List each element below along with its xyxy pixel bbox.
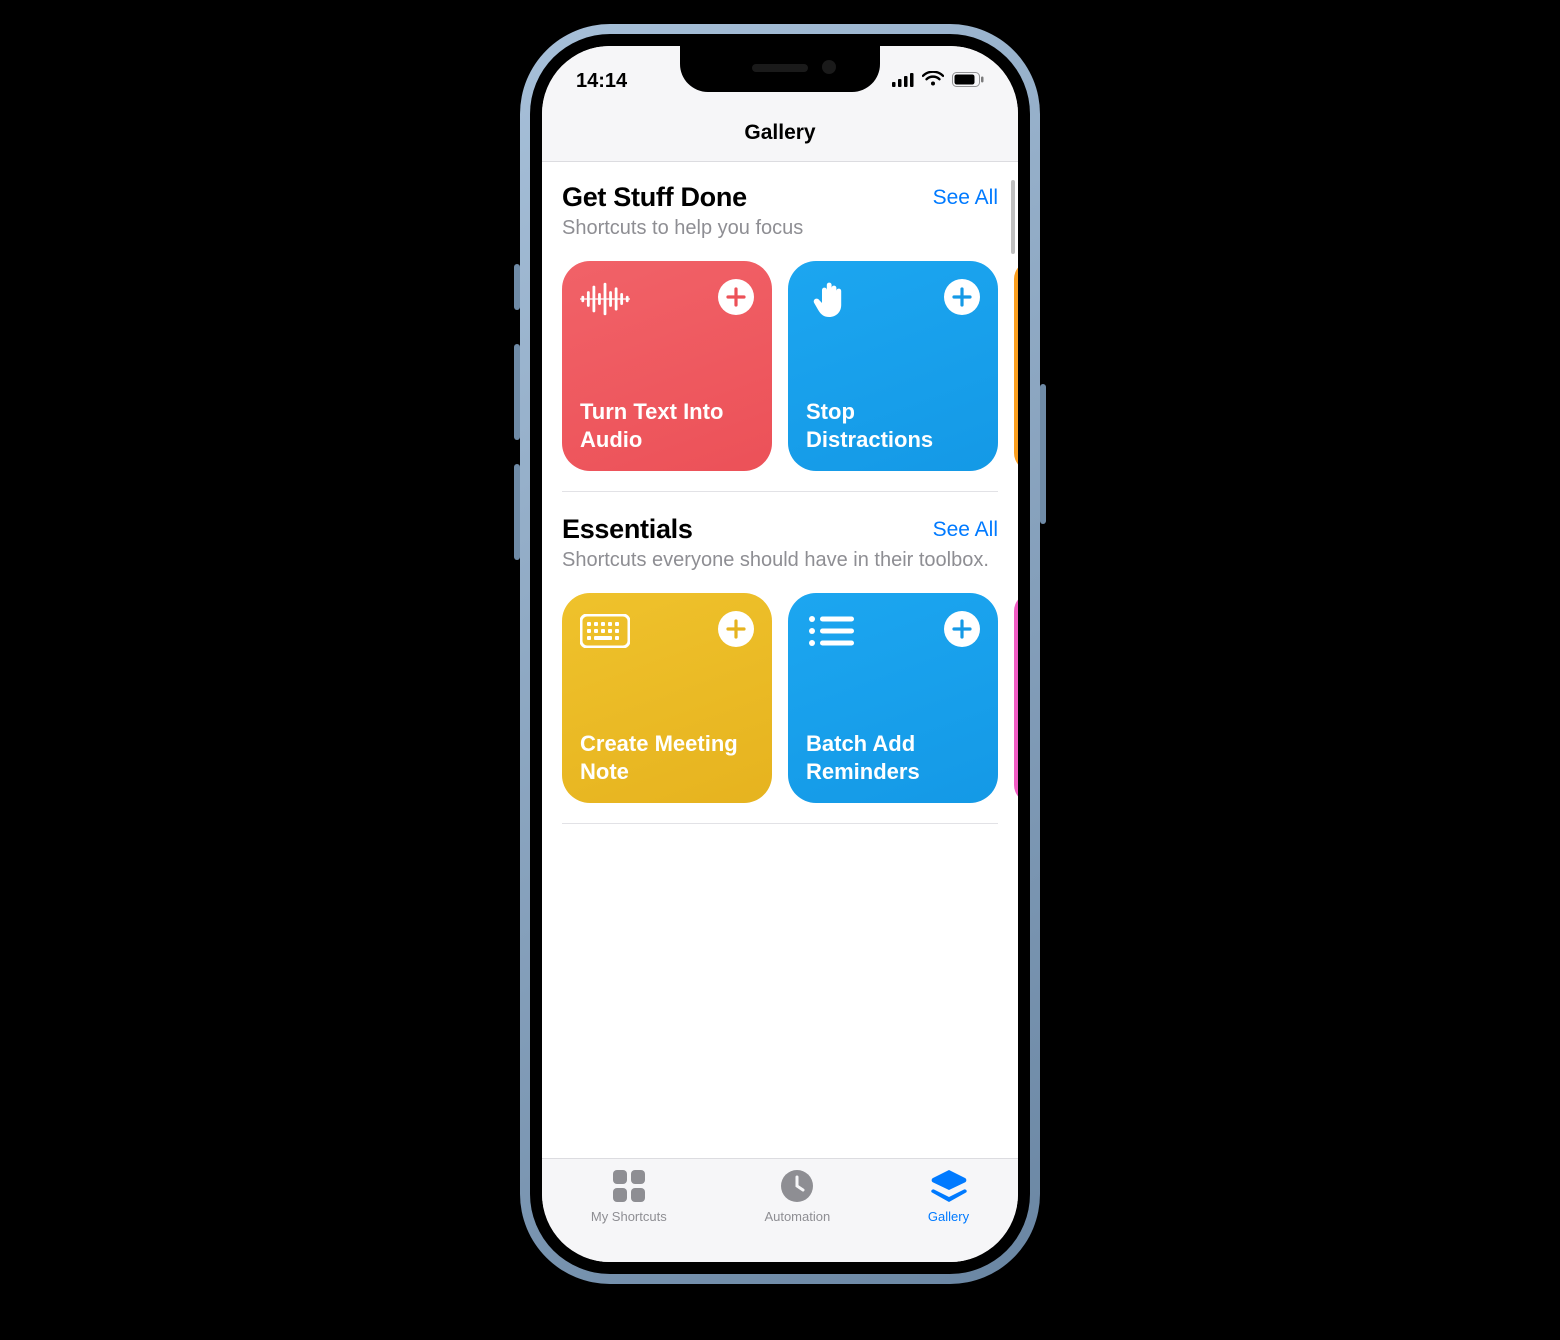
section-title: Essentials [562, 514, 693, 545]
stack-icon [930, 1169, 968, 1203]
see-all-link[interactable]: See All [933, 186, 998, 210]
section-get-stuff-done: Get Stuff Done See All Shortcuts to help… [562, 182, 1018, 241]
shortcut-card-peek[interactable] [1014, 593, 1018, 803]
add-shortcut-button[interactable] [718, 279, 754, 315]
tab-bar: My Shortcuts Automation [542, 1158, 1018, 1262]
add-shortcut-button[interactable] [944, 611, 980, 647]
content-scroll[interactable]: Get Stuff Done See All Shortcuts to help… [542, 162, 1018, 1158]
card-row[interactable]: Create Meeting Note [562, 593, 1018, 803]
list-icon [806, 611, 856, 651]
section-title: Get Stuff Done [562, 182, 747, 213]
separator [562, 823, 998, 824]
add-shortcut-button[interactable] [718, 611, 754, 647]
grid-icon [610, 1169, 648, 1203]
shortcut-card-create-meeting-note[interactable]: Create Meeting Note [562, 593, 772, 803]
section-subtitle: Shortcuts to help you focus [562, 215, 998, 241]
nav-bar: Gallery [542, 104, 1018, 162]
shortcut-card-turn-text-into-audio[interactable]: Turn Text Into Audio [562, 261, 772, 471]
separator [562, 491, 998, 492]
tab-gallery[interactable]: Gallery [928, 1169, 969, 1262]
shortcut-card-stop-distractions[interactable]: Stop Distractions [788, 261, 998, 471]
power-button [1040, 384, 1046, 524]
wifi-icon [922, 70, 944, 93]
silence-switch [514, 264, 520, 310]
volume-up-button [514, 344, 520, 440]
keyboard-icon [580, 611, 630, 651]
notch [680, 46, 880, 92]
card-title: Batch Add Reminders [806, 730, 980, 785]
cellular-icon [892, 70, 914, 93]
shortcut-card-peek[interactable] [1014, 261, 1018, 471]
status-time: 14:14 [576, 70, 627, 93]
volume-down-button [514, 464, 520, 560]
card-title: Stop Distractions [806, 398, 980, 453]
add-shortcut-button[interactable] [944, 279, 980, 315]
battery-icon [952, 70, 984, 93]
hand-icon [806, 279, 856, 319]
section-subtitle: Shortcuts everyone should have in their … [562, 547, 998, 573]
clock-icon [778, 1169, 816, 1203]
phone-frame: 14:14 [520, 24, 1040, 1284]
scroll-indicator [1011, 180, 1015, 254]
card-row[interactable]: Turn Text Into Audio [562, 261, 1018, 471]
card-title: Create Meeting Note [580, 730, 754, 785]
card-title: Turn Text Into Audio [580, 398, 754, 453]
shortcut-card-batch-add-reminders[interactable]: Batch Add Reminders [788, 593, 998, 803]
nav-title: Gallery [744, 121, 815, 145]
waveform-icon [580, 279, 630, 319]
tab-automation[interactable]: Automation [764, 1169, 830, 1262]
see-all-link[interactable]: See All [933, 518, 998, 542]
section-essentials: Essentials See All Shortcuts everyone sh… [562, 514, 1018, 573]
tab-my-shortcuts[interactable]: My Shortcuts [591, 1169, 667, 1262]
